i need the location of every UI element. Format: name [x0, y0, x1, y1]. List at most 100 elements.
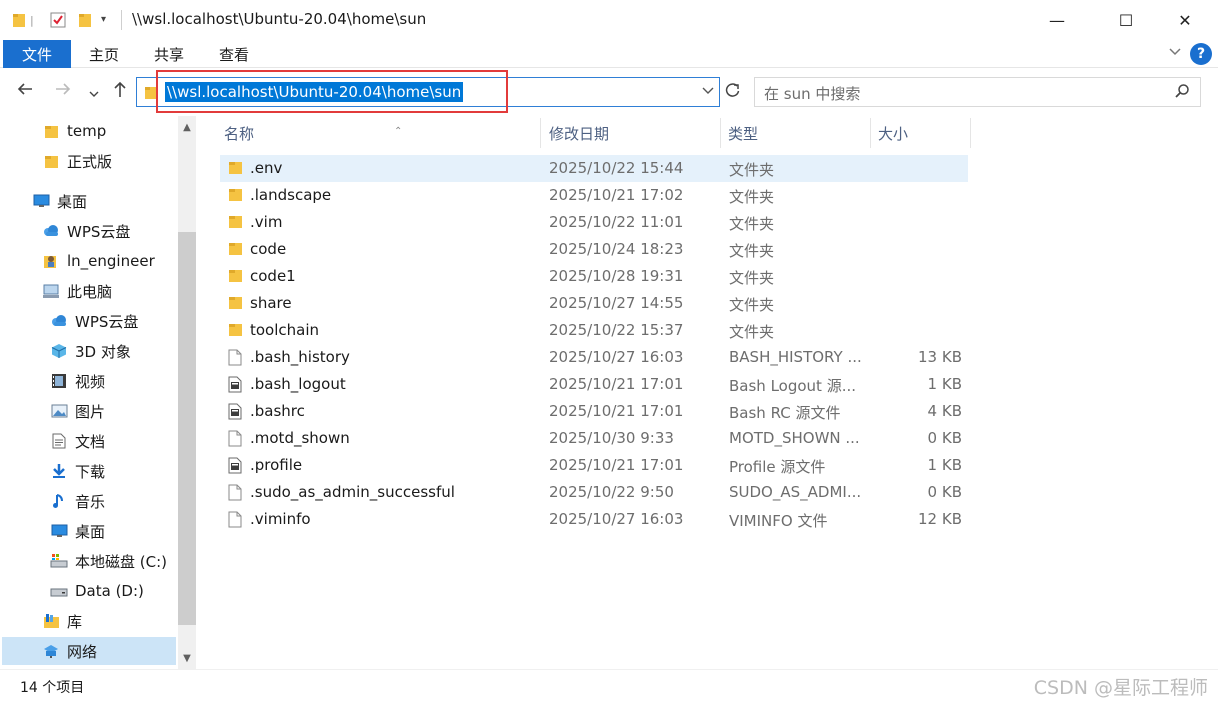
file-type: 文件夹 — [729, 296, 775, 314]
sidebar-item[interactable]: 文档 — [50, 427, 105, 455]
sidebar-item-label: 网络 — [67, 642, 98, 661]
drive-icon — [50, 583, 68, 599]
file-row[interactable]: .viminfo 2025/10/27 16:03 VIMINFO 文件 12 KB — [220, 506, 968, 533]
expand-ribbon-icon[interactable] — [1168, 44, 1182, 62]
search-icon[interactable] — [1174, 83, 1190, 103]
sidebar-item[interactable]: 音乐 — [50, 487, 105, 515]
file-row[interactable]: .profile 2025/10/21 17:01 Profile 源文件 1 KB — [220, 452, 968, 479]
tab-view[interactable]: 查看 — [208, 40, 260, 68]
cloud-icon — [42, 223, 60, 239]
desktop-icon — [32, 193, 50, 209]
file-date: 2025/10/22 9:50 — [549, 483, 674, 501]
sidebar-item[interactable]: 3D 对象 — [50, 337, 131, 365]
scroll-down-icon[interactable]: ▼ — [178, 649, 196, 667]
file-row[interactable]: share 2025/10/27 14:55 文件夹 — [220, 290, 968, 317]
customize-dropdown-icon[interactable]: ▾ — [101, 14, 106, 25]
close-button[interactable]: ✕ — [1162, 0, 1208, 40]
address-annotation-box — [156, 70, 508, 113]
file-type: Bash Logout 源... — [729, 377, 857, 395]
refresh-button[interactable] — [724, 82, 741, 104]
sidebar-item[interactable]: 桌面 — [32, 187, 87, 215]
search-box[interactable]: 在 sun 中搜索 — [754, 77, 1201, 107]
file-row[interactable]: .motd_shown 2025/10/30 9:33 MOTD_SHOWN ...… — [220, 425, 968, 452]
file-name: .viminfo — [250, 510, 311, 528]
column-divider[interactable] — [720, 118, 721, 148]
file-date: 2025/10/27 14:55 — [549, 294, 684, 312]
column-divider[interactable] — [970, 118, 971, 148]
file-row[interactable]: code1 2025/10/28 19:31 文件夹 — [220, 263, 968, 290]
library-icon — [42, 613, 60, 629]
sidebar-item[interactable]: 此电脑 — [42, 277, 112, 305]
file-name: .profile — [250, 456, 303, 474]
sidebar-item[interactable]: 正式版 — [42, 147, 112, 175]
new-folder-icon[interactable] — [78, 12, 92, 32]
sidebar-item[interactable]: ln_engineer — [42, 247, 155, 275]
file-date: 2025/10/28 19:31 — [549, 267, 684, 285]
file-row[interactable]: .bashrc 2025/10/21 17:01 Bash RC 源文件 4 KB — [220, 398, 968, 425]
file-name: .bashrc — [250, 402, 305, 420]
minimize-button[interactable]: — — [1034, 0, 1080, 40]
file-row[interactable]: toolchain 2025/10/22 15:37 文件夹 — [220, 317, 968, 344]
column-header-type[interactable]: 类型 — [724, 120, 870, 148]
tab-home[interactable]: 主页 — [78, 40, 130, 68]
column-header-size[interactable]: 大小 — [874, 120, 970, 148]
file-type: BASH_HISTORY ... — [729, 348, 862, 366]
help-button[interactable]: ? — [1190, 43, 1212, 65]
column-divider[interactable] — [540, 118, 541, 148]
sidebar-item[interactable]: 下载 — [50, 457, 105, 485]
sidebar-item[interactable]: Data (D:) — [50, 577, 144, 605]
search-input[interactable]: 在 sun 中搜索 — [764, 83, 860, 104]
sidebar-item[interactable]: WPS云盘 — [50, 307, 138, 335]
column-divider[interactable] — [870, 118, 871, 148]
back-button[interactable] — [16, 80, 34, 103]
sidebar-item[interactable]: 本地磁盘 (C:) — [50, 547, 167, 575]
up-button[interactable] — [112, 80, 128, 103]
file-name: .vim — [250, 213, 283, 231]
folder-icon[interactable] — [12, 12, 26, 32]
music-icon — [50, 493, 68, 509]
file-list: 名称 ⌃ 修改日期 类型 大小 .env 2025/10/22 15:44 文件夹.… — [200, 116, 1218, 669]
file-type: 文件夹 — [729, 269, 775, 287]
file-date: 2025/10/24 18:23 — [549, 240, 684, 258]
sidebar-item[interactable]: 网络 — [2, 637, 176, 665]
sidebar-item[interactable]: 桌面 — [50, 517, 105, 545]
tab-file[interactable]: 文件 — [3, 40, 71, 68]
file-row[interactable]: .landscape 2025/10/21 17:02 文件夹 — [220, 182, 968, 209]
item-count: 14 个项目 — [20, 680, 85, 696]
video-icon — [50, 373, 68, 389]
file-size: 13 KB — [918, 348, 962, 366]
file-row[interactable]: code 2025/10/24 18:23 文件夹 — [220, 236, 968, 263]
maximize-button[interactable]: ☐ — [1103, 0, 1149, 40]
file-row[interactable]: .sudo_as_admin_successful 2025/10/22 9:50… — [220, 479, 968, 506]
file-date: 2025/10/21 17:01 — [549, 456, 684, 474]
file-row[interactable]: .bash_history 2025/10/27 16:03 BASH_HISTOR… — [220, 344, 968, 371]
sidebar-item[interactable]: temp — [42, 117, 106, 145]
file-name: .sudo_as_admin_successful — [250, 483, 455, 501]
file-type: Bash RC 源文件 — [729, 404, 841, 422]
column-header-date[interactable]: 修改日期 — [545, 120, 720, 148]
sidebar-item[interactable]: 图片 — [50, 397, 105, 425]
file-row[interactable]: .env 2025/10/22 15:44 文件夹 — [220, 155, 968, 182]
sidebar-scroll-thumb[interactable] — [178, 232, 196, 625]
sidebar-item[interactable]: 视频 — [50, 367, 105, 395]
file-row[interactable]: .bash_logout 2025/10/21 17:01 Bash Logout … — [220, 371, 968, 398]
sidebar-item-label: 桌面 — [57, 192, 88, 211]
properties-icon[interactable] — [50, 12, 66, 32]
sidebar-item-label: Data (D:) — [75, 582, 144, 600]
sort-ascending-icon: ⌃ — [394, 126, 403, 137]
column-header-name[interactable]: 名称 ⌃ — [220, 120, 540, 148]
tab-share[interactable]: 共享 — [143, 40, 195, 68]
address-dropdown-icon[interactable] — [701, 83, 715, 101]
sidebar-item[interactable]: 库 — [42, 607, 82, 635]
file-row[interactable]: .vim 2025/10/22 11:01 文件夹 — [220, 209, 968, 236]
watermark: CSDN @星际工程师 — [1033, 677, 1208, 699]
sidebar-item[interactable]: WPS云盘 — [42, 217, 130, 245]
scroll-up-icon[interactable]: ▲ — [178, 118, 196, 136]
column-header-name-label: 名称 — [224, 125, 255, 143]
folder-icon — [228, 268, 243, 287]
file-name: .bash_history — [250, 348, 350, 366]
file-icon — [228, 484, 242, 505]
sidebar-item-label: temp — [67, 122, 107, 140]
recent-locations-icon[interactable] — [88, 84, 100, 105]
forward-button[interactable] — [54, 80, 72, 103]
